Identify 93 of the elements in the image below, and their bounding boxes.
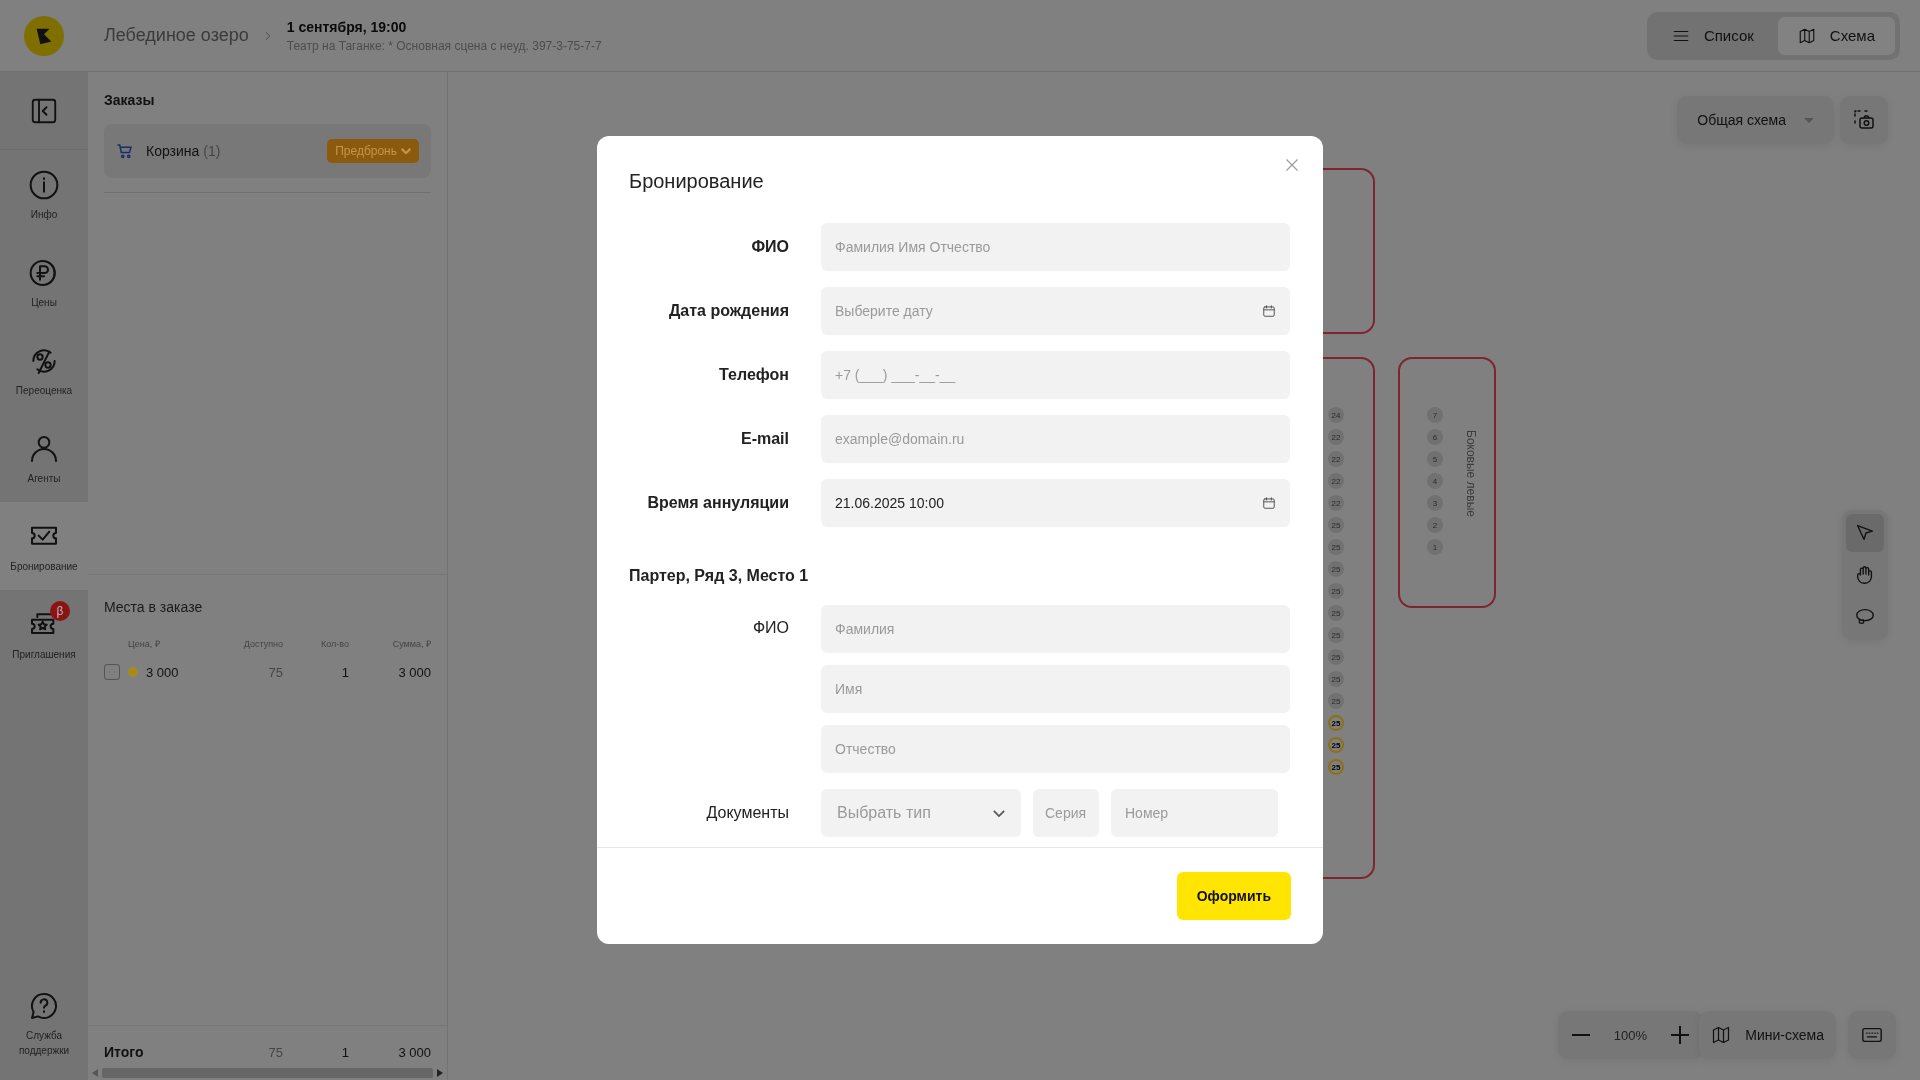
- scheme-dropdown[interactable]: Общая схема: [1677, 96, 1834, 144]
- breadcrumb-link[interactable]: Лебединое озеро: [104, 25, 249, 46]
- seat[interactable]: 25: [1328, 561, 1344, 577]
- table-cell-text: 3 000: [397, 1044, 431, 1060]
- input-field[interactable]: Фамилия: [821, 605, 1290, 653]
- cart-icon: [116, 142, 134, 160]
- rail-item[interactable]: Инфо: [0, 150, 88, 238]
- orders-title: Заказы: [104, 92, 156, 108]
- seat[interactable]: 6: [1427, 429, 1443, 445]
- rail-item[interactable]: Агенты: [0, 414, 88, 502]
- zoom-level: 100%: [1613, 1027, 1647, 1043]
- map-icon: [1797, 26, 1816, 45]
- table-cell-text: 1: [340, 1044, 349, 1060]
- seat[interactable]: 22: [1328, 495, 1344, 511]
- prebook-dropdown[interactable]: Предбронь: [327, 139, 419, 163]
- table-cell-text: 75: [267, 1044, 283, 1060]
- view-tab[interactable]: Список: [1651, 16, 1774, 55]
- close-icon: [1283, 156, 1301, 174]
- seat[interactable]: 25: [1328, 737, 1344, 753]
- seat[interactable]: 25: [1328, 627, 1344, 643]
- seat[interactable]: 25: [1328, 693, 1344, 709]
- zoom-in-button[interactable]: [1671, 1026, 1689, 1044]
- event-date: 1 сентября, 19:00: [286, 18, 408, 35]
- minimap-button[interactable]: Мини-схема: [1699, 1011, 1836, 1059]
- seat-title: Партер, Ряд 3, Место 1: [629, 567, 810, 585]
- seat[interactable]: 25: [1328, 759, 1344, 775]
- input-field[interactable]: Фамилия Имя Отчество: [821, 223, 1290, 271]
- table-cell-text: 1: [340, 663, 349, 680]
- total-label: Итого: [104, 1044, 145, 1060]
- info-icon: [28, 168, 60, 201]
- seat[interactable]: 22: [1328, 473, 1344, 489]
- plus-icon: [1671, 1026, 1689, 1044]
- field-label: ФИО: [750, 238, 789, 256]
- input-field[interactable]: Номер: [1111, 789, 1278, 837]
- rail-item[interactable]: β Приглашения: [0, 590, 88, 678]
- input-field[interactable]: example@domain.ru: [821, 415, 1290, 463]
- keyboard-button[interactable]: [1848, 1011, 1896, 1059]
- screenshot-button[interactable]: [1840, 96, 1888, 144]
- column-header: Сумма, ₽: [391, 638, 431, 650]
- table-cell-text: 3 000: [397, 663, 431, 680]
- column-header: Доступно: [242, 638, 283, 649]
- camera-icon: [1852, 108, 1876, 132]
- beta-badge: β: [50, 600, 70, 621]
- seat[interactable]: 25: [1328, 671, 1344, 687]
- logo-icon: [24, 15, 64, 56]
- field-label: ФИО: [751, 618, 789, 637]
- seat[interactable]: 25: [1328, 715, 1344, 731]
- date-field[interactable]: 21.06.2025 10:00: [821, 479, 1290, 527]
- seat[interactable]: 2: [1427, 517, 1443, 533]
- seat[interactable]: 5: [1427, 451, 1443, 467]
- seat[interactable]: 4: [1427, 473, 1443, 489]
- field-label: Документы: [705, 804, 789, 822]
- seat[interactable]: 25: [1328, 539, 1344, 555]
- document-type-dropdown[interactable]: Выбрать тип: [821, 789, 1021, 837]
- field-label: E-mail: [740, 430, 789, 448]
- section-label: Боковые левые: [1464, 430, 1478, 517]
- input-field[interactable]: Серия: [1033, 789, 1099, 837]
- chevron-down-icon: [993, 809, 1005, 817]
- date-field[interactable]: Выберите дату: [821, 287, 1290, 335]
- caret-icon: [401, 148, 411, 154]
- tool-button[interactable]: [1846, 514, 1884, 552]
- checkbox[interactable]: [104, 664, 120, 680]
- scroll-right-icon[interactable]: [437, 1069, 443, 1077]
- calendar-icon: [1262, 304, 1276, 318]
- table-cell: 3 000: [146, 664, 179, 680]
- seat[interactable]: 25: [1328, 649, 1344, 665]
- seat[interactable]: 22: [1328, 429, 1344, 445]
- field-label: Время аннуляции: [646, 494, 789, 512]
- column-header: Цена, ₽: [127, 638, 161, 650]
- input-field[interactable]: Отчество: [821, 725, 1290, 773]
- view-tab[interactable]: Схема: [1777, 16, 1895, 55]
- submit-button[interactable]: Оформить: [1176, 872, 1291, 920]
- rail-item[interactable]: Переоценка: [0, 326, 88, 414]
- seat[interactable]: 24: [1328, 407, 1344, 423]
- minus-icon: [1571, 1034, 1590, 1036]
- help-bubble-icon: [28, 990, 60, 1022]
- map-icon: [1711, 1025, 1732, 1045]
- field-label: Телефон: [718, 366, 789, 384]
- input-field[interactable]: +7 (___) ___-__-__: [821, 351, 1290, 399]
- column-header: Кол-во: [320, 638, 349, 649]
- table-cell-text: 75: [267, 663, 283, 680]
- field-label: Дата рождения: [667, 302, 789, 320]
- input-field[interactable]: Имя: [821, 665, 1290, 713]
- seat[interactable]: 22: [1328, 451, 1344, 467]
- calendar-icon: [1262, 496, 1276, 510]
- seat[interactable]: 25: [1328, 517, 1344, 533]
- seat[interactable]: 25: [1328, 605, 1344, 621]
- dialog-title: Бронирование: [629, 170, 765, 193]
- support-button[interactable]: Служба поддержки: [0, 990, 88, 1080]
- section-title: Места в заказе: [104, 599, 204, 615]
- rail-item[interactable]: Бронирование: [0, 502, 88, 590]
- seat[interactable]: 25: [1328, 583, 1344, 599]
- rail-item[interactable]: Цены: [0, 238, 88, 326]
